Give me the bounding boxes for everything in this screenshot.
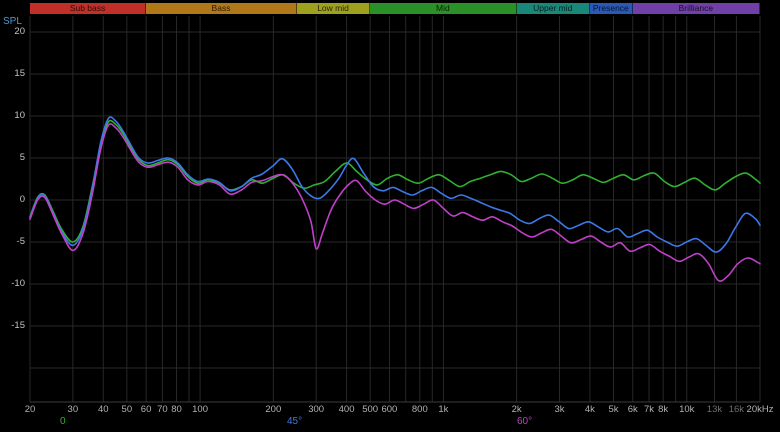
x-tick-label: 5k	[608, 404, 619, 415]
x-tick-label: 8k	[658, 404, 669, 415]
series-curve-45	[29, 116, 761, 253]
x-tick-label: 30	[67, 404, 79, 415]
band-label: Sub bass	[69, 3, 106, 13]
band-label: Bass	[211, 3, 231, 13]
x-tick-label: 400	[338, 404, 355, 415]
x-tick-label: 6k	[627, 404, 638, 415]
x-tick-label: 800	[411, 404, 428, 415]
legend-item-60deg: 60°	[517, 416, 533, 427]
band-presence: Presence	[589, 3, 633, 14]
x-tick-label: 10k	[679, 404, 695, 415]
band-label: Low mid	[317, 3, 349, 13]
y-tick-label: 20	[14, 26, 25, 37]
band-label: Presence	[592, 3, 629, 13]
x-tick-label: 1k	[438, 404, 449, 415]
series-curve-0	[29, 119, 761, 243]
x-tick-label: 20	[24, 404, 36, 415]
x-tick-label: 2k	[511, 404, 522, 415]
band-sub-bass: Sub bass	[30, 3, 147, 14]
y-tick-label: -5	[16, 236, 25, 247]
legend-item-45deg: 45°	[287, 416, 303, 427]
y-tick-label: 0	[19, 194, 25, 205]
x-tick-label: 50	[121, 404, 133, 415]
x-tick-label: 600	[381, 404, 398, 415]
legend-item-0deg: 0	[60, 416, 66, 427]
band-upper-mid: Upper mid	[516, 3, 590, 14]
x-tick-label: 3k	[554, 404, 565, 415]
spl-frequency-response-chart: Sub bass Bass Low mid Mid Upper mid Presence B…	[0, 0, 780, 432]
y-tick-label: -15	[11, 320, 25, 331]
x-tick-label: 40	[97, 404, 109, 415]
band-bass: Bass	[146, 3, 297, 14]
y-tick-label: 10	[14, 110, 25, 121]
x-tick-label: 60	[140, 404, 152, 415]
band-low-mid: Low mid	[296, 3, 371, 14]
band-label: Upper mid	[533, 3, 573, 13]
x-tick-label: 4k	[584, 404, 595, 415]
y-tick-label: 5	[19, 152, 25, 163]
plot-svg	[29, 16, 761, 403]
band-label: Brilliance	[678, 3, 714, 13]
series-curve-60	[29, 123, 761, 282]
x-tick-label: 13k	[706, 404, 723, 415]
x-tick-label: 70	[157, 404, 168, 415]
x-tick-label: 80	[171, 404, 182, 415]
x-tick-label: 500	[362, 404, 379, 415]
x-tick-label: 200	[265, 404, 282, 415]
band-label: Mid	[436, 3, 450, 13]
x-tick-label: 300	[308, 404, 325, 415]
frequency-band-bar: Sub bass Bass Low mid Mid Upper mid Presence B…	[0, 3, 780, 14]
x-tick-label: 16k	[728, 404, 745, 415]
band-mid: Mid	[370, 3, 517, 14]
band-brilliance: Brilliance	[632, 3, 760, 14]
y-tick-label: 15	[14, 68, 25, 79]
x-tick-label: 7k	[644, 404, 655, 415]
x-tick-label: 20kHz	[746, 404, 774, 415]
y-tick-label: -10	[11, 278, 25, 289]
x-tick-label: 100	[192, 404, 209, 415]
